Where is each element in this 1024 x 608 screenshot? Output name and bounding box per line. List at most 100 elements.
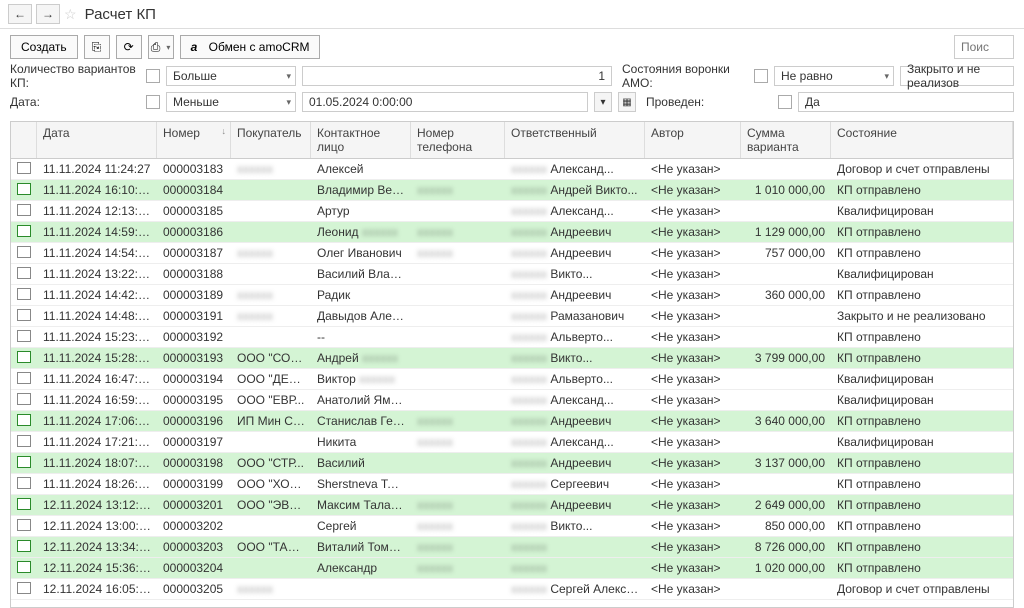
table-row[interactable]: 11.11.2024 16:47:26000003194ООО "ДЕВ...В… xyxy=(11,369,1013,390)
table-cell: 000003184 xyxy=(157,181,231,199)
table-row[interactable]: 11.11.2024 14:48:32000003191xxxxxxДавыдо… xyxy=(11,306,1013,327)
table-cell: -- xyxy=(311,328,411,346)
date-calendar-button[interactable]: ▦ xyxy=(618,92,636,112)
create-button[interactable]: Создать xyxy=(10,35,78,59)
search-input[interactable] xyxy=(954,35,1014,59)
document-icon xyxy=(17,246,31,258)
table-row[interactable]: 11.11.2024 16:10:02000003184Владимир Вен… xyxy=(11,180,1013,201)
table-row[interactable]: 11.11.2024 15:23:08000003192--xxxxxx Аль… xyxy=(11,327,1013,348)
col-responsible[interactable]: Ответственный xyxy=(505,122,645,158)
table-row[interactable]: 11.11.2024 14:42:04000003189xxxxxxРадикx… xyxy=(11,285,1013,306)
table-row[interactable]: 11.11.2024 12:13:42000003185Артурxxxxxx … xyxy=(11,201,1013,222)
table-cell: xxxxxx xyxy=(411,244,505,262)
table-row[interactable]: 12.11.2024 15:36:38000003204Александрxxx… xyxy=(11,558,1013,579)
table-cell: 000003197 xyxy=(157,433,231,451)
table-cell: 11.11.2024 14:48:32 xyxy=(37,307,157,325)
print-button[interactable]: ⎙▾ xyxy=(148,35,174,59)
table-row[interactable]: 11.11.2024 18:07:15000003198ООО "СТР...В… xyxy=(11,453,1013,474)
document-icon xyxy=(17,330,31,342)
table-cell: xxxxxx xyxy=(411,496,505,514)
col-state[interactable]: Состояние xyxy=(831,122,1013,158)
table-cell: 850 000,00 xyxy=(741,517,831,535)
table-row[interactable]: 11.11.2024 14:59:50000003186Леонид xxxxx… xyxy=(11,222,1013,243)
favorite-icon[interactable]: ☆ xyxy=(64,6,77,23)
nav-forward-button[interactable]: → xyxy=(36,4,60,24)
chevron-down-icon: ▾ xyxy=(166,43,170,52)
filter-qty-value-input[interactable]: 1 xyxy=(302,66,612,86)
table-cell: 11.11.2024 18:26:04 xyxy=(37,475,157,493)
filter-date-value-input[interactable]: 01.05.2024 0:00:00 xyxy=(302,92,588,112)
table-cell: xxxxxx Андреевич xyxy=(505,454,645,472)
document-icon xyxy=(17,351,31,363)
table-cell: 000003195 xyxy=(157,391,231,409)
table-cell: ООО "ДЕВ... xyxy=(231,370,311,388)
filter-date-op-select[interactable]: Меньше xyxy=(166,92,296,112)
document-icon xyxy=(17,183,31,195)
table-cell: КП отправлено xyxy=(831,412,1013,430)
row-icon-cell xyxy=(11,328,37,347)
table-cell: xxxxxx Александ... xyxy=(505,391,645,409)
date-clear-button[interactable]: ▾ xyxy=(594,92,612,112)
table-row[interactable]: 12.11.2024 13:12:16000003201ООО "ЭВЕ...М… xyxy=(11,495,1013,516)
row-icon-cell xyxy=(11,307,37,326)
table-row[interactable]: 11.11.2024 18:26:04000003199ООО "ХОР...S… xyxy=(11,474,1013,495)
table-row[interactable]: 12.11.2024 13:00:33000003202Сергейxxxxxx… xyxy=(11,516,1013,537)
filter-qty-label: Количество вариантов КП: xyxy=(10,62,140,90)
table-cell: 000003186 xyxy=(157,223,231,241)
col-contact[interactable]: Контактное лицо xyxy=(311,122,411,158)
table-cell: 000003198 xyxy=(157,454,231,472)
table-cell: 11.11.2024 18:07:15 xyxy=(37,454,157,472)
table-row[interactable]: 11.11.2024 17:21:21000003197Никитаxxxxxx… xyxy=(11,432,1013,453)
amo-exchange-button[interactable]: a Обмен с amoCRM xyxy=(180,35,321,59)
row-icon-cell xyxy=(11,538,37,557)
col-date[interactable]: Дата xyxy=(37,122,157,158)
table-cell: КП отправлено xyxy=(831,244,1013,262)
grid-body[interactable]: 11.11.2024 11:24:27000003183xxxxxxАлексе… xyxy=(11,159,1013,607)
table-row[interactable]: 11.11.2024 14:54:36000003187xxxxxxОлег И… xyxy=(11,243,1013,264)
document-icon xyxy=(17,519,31,531)
filter-qty-checkbox[interactable] xyxy=(146,69,160,83)
table-row[interactable]: 12.11.2024 16:05:09000003205xxxxxxxxxxxx… xyxy=(11,579,1013,600)
filter-date-checkbox[interactable] xyxy=(146,95,160,109)
table-row[interactable]: 12.11.2024 13:34:53000003203ООО "ТАЛ...В… xyxy=(11,537,1013,558)
table-cell: Квалифицирован xyxy=(831,202,1013,220)
table-cell: Андрей xxxxxx xyxy=(311,349,411,367)
col-icon[interactable] xyxy=(11,122,37,158)
table-row[interactable]: 11.11.2024 16:59:04000003195ООО "ЕВР...А… xyxy=(11,390,1013,411)
document-icon xyxy=(17,435,31,447)
table-row[interactable]: 11.11.2024 13:22:28000003188Василий Влад… xyxy=(11,264,1013,285)
table-cell: КП отправлено xyxy=(831,286,1013,304)
filter-posted-value-input[interactable]: Да xyxy=(798,92,1014,112)
table-row[interactable]: 11.11.2024 15:28:01000003193ООО "СОВ...А… xyxy=(11,348,1013,369)
col-sum[interactable]: Сумма варианта xyxy=(741,122,831,158)
table-cell: 1 020 000,00 xyxy=(741,559,831,577)
filter-posted-checkbox[interactable] xyxy=(778,95,792,109)
table-row[interactable]: 11.11.2024 11:24:27000003183xxxxxxАлексе… xyxy=(11,159,1013,180)
row-icon-cell xyxy=(11,349,37,368)
table-cell: Анатолий Ямщи... xyxy=(311,391,411,409)
filter-amostate-checkbox[interactable] xyxy=(754,69,768,83)
col-phone[interactable]: Номер телефона xyxy=(411,122,505,158)
col-number[interactable]: Номер↓ xyxy=(157,122,231,158)
refresh-button[interactable]: ⟳ xyxy=(116,35,142,59)
filter-amostate-op-select[interactable]: Не равно xyxy=(774,66,894,86)
table-cell: ООО "ХОР... xyxy=(231,475,311,493)
table-cell xyxy=(231,524,311,528)
table-cell xyxy=(231,188,311,192)
filter-amostate-value-input[interactable]: Закрыто и не реализов xyxy=(900,66,1014,86)
table-row[interactable]: 11.11.2024 17:06:52000003196ИП Мин Ст...… xyxy=(11,411,1013,432)
row-icon-cell xyxy=(11,244,37,263)
table-cell: xxxxxx xyxy=(231,307,311,325)
table-cell: Квалифицирован xyxy=(831,265,1013,283)
table-cell: <Не указан> xyxy=(645,517,741,535)
table-cell xyxy=(411,209,505,213)
filter-qty-op-select[interactable]: Больше xyxy=(166,66,296,86)
col-buyer[interactable]: Покупатель xyxy=(231,122,311,158)
document-icon xyxy=(17,225,31,237)
col-author[interactable]: Автор xyxy=(645,122,741,158)
nav-back-button[interactable]: ← xyxy=(8,4,32,24)
table-cell: xxxxxx Андреевич xyxy=(505,412,645,430)
filter-amostate-label: Состояния воронки АМО: xyxy=(618,62,748,90)
copy-button[interactable]: ⎘ xyxy=(84,35,110,59)
table-cell: <Не указан> xyxy=(645,328,741,346)
